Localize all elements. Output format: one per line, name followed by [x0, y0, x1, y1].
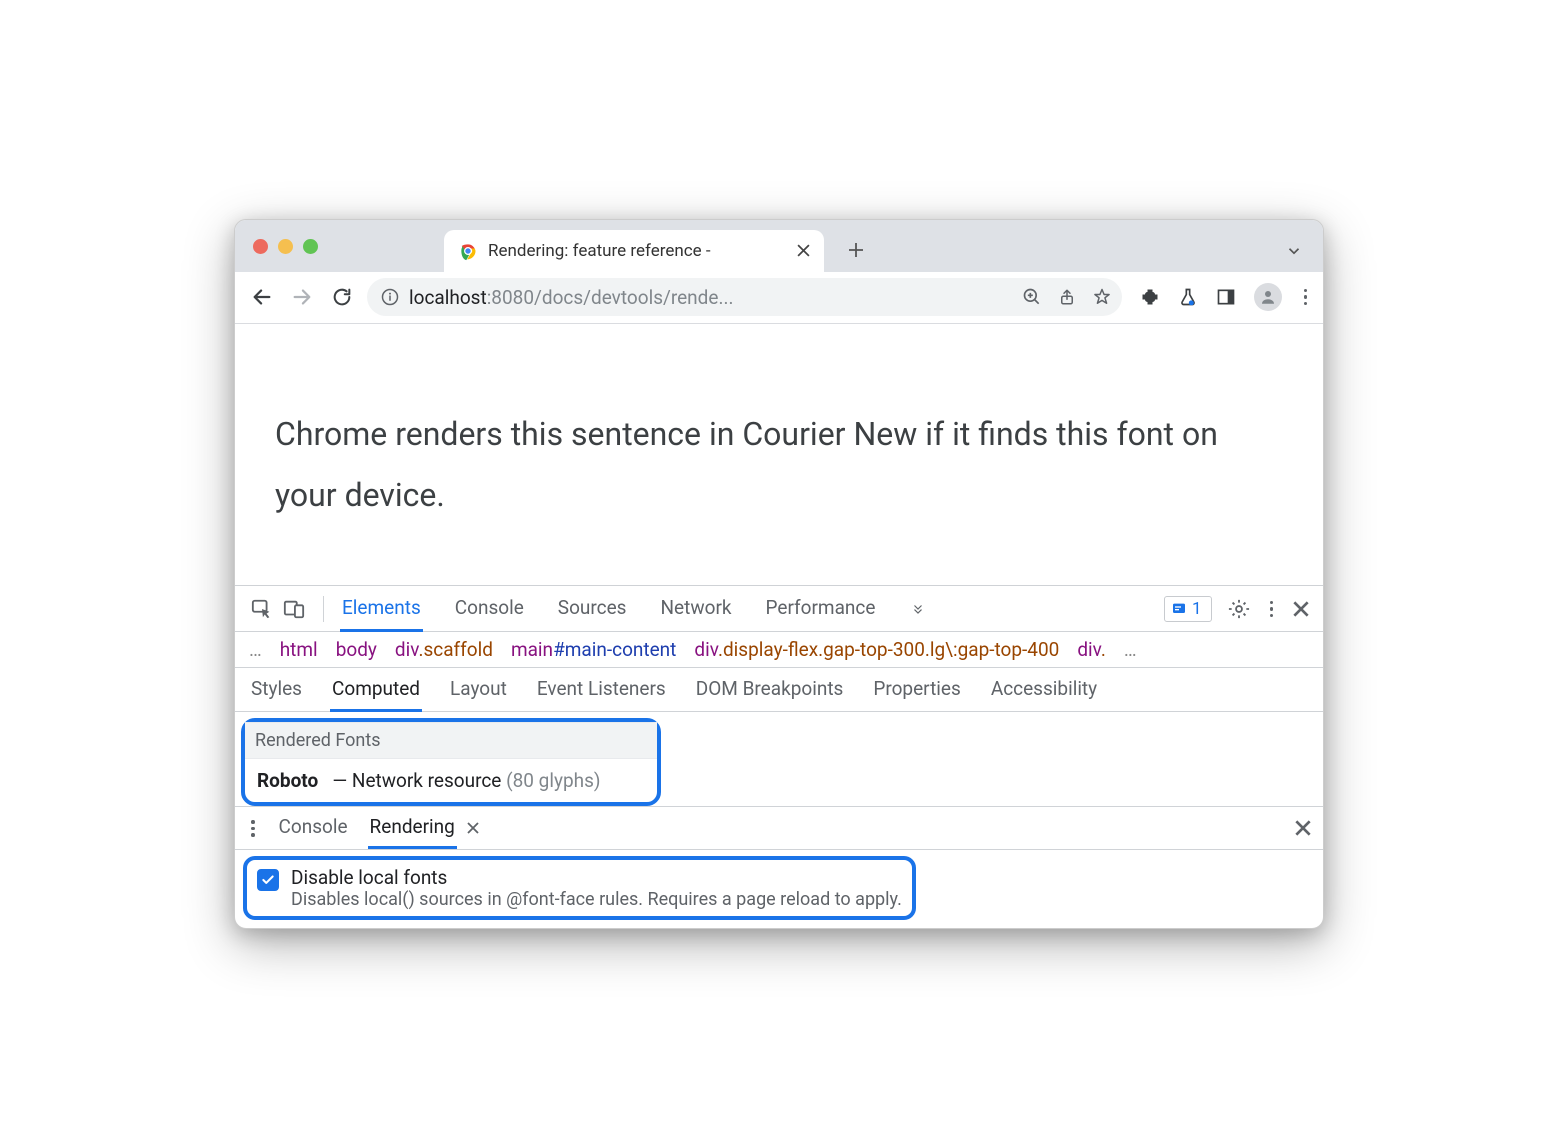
breadcrumb-item[interactable]: div.scaffold [395, 638, 493, 661]
tab-network[interactable]: Network [658, 586, 733, 632]
tab-title: Rendering: feature reference - [488, 241, 787, 261]
close-window-button[interactable] [253, 239, 268, 254]
font-source: — Network resource [332, 769, 501, 792]
sidepanel-tab-styles[interactable]: Styles [249, 668, 304, 712]
reload-button[interactable] [327, 282, 357, 312]
sidepanel-tab-accessibility[interactable]: Accessibility [989, 668, 1099, 712]
tab-search-button[interactable] [1285, 242, 1303, 260]
sidepanel-tab-properties[interactable]: Properties [871, 668, 962, 712]
option-title: Disable local fonts [291, 866, 902, 889]
chrome-menu-icon[interactable] [1300, 285, 1312, 310]
dom-breadcrumb[interactable]: … html body div.scaffold main#main-conte… [235, 632, 1323, 668]
sidepanel-tab-dom-breakpoints[interactable]: DOM Breakpoints [694, 668, 846, 712]
inspect-element-icon[interactable] [249, 596, 275, 622]
devtools-topbar: Elements Console Sources Network Perform… [235, 586, 1323, 632]
devtools-topright: 1 [1164, 596, 1309, 622]
device-toolbar-icon[interactable] [281, 596, 307, 622]
breadcrumb-item[interactable]: main#main-content [511, 638, 676, 661]
chrome-favicon-icon [458, 241, 478, 261]
more-tabs-button[interactable] [909, 602, 927, 616]
sidepanel-tab-layout[interactable]: Layout [448, 668, 509, 712]
profile-avatar[interactable] [1254, 283, 1282, 311]
breadcrumb-item[interactable]: div. [1077, 638, 1106, 661]
share-icon[interactable] [1058, 287, 1076, 307]
drawer-tab-rendering[interactable]: Rendering [368, 807, 457, 849]
new-tab-button[interactable] [840, 234, 872, 266]
side-panel-icon[interactable] [1216, 287, 1236, 307]
devtools-tabs: Elements Console Sources Network Perform… [340, 586, 1158, 632]
option-description: Disables local() sources in @font-face r… [291, 889, 902, 910]
devtools-panel: Elements Console Sources Network Perform… [235, 585, 1323, 920]
option-text: Disable local fonts Disables local() sou… [291, 866, 902, 910]
tab-console[interactable]: Console [453, 586, 526, 632]
site-info-icon[interactable] [381, 288, 399, 306]
rendered-font-entry: Roboto — Network resource (80 glyphs) [245, 759, 657, 802]
window-controls [253, 239, 318, 254]
font-name: Roboto [257, 769, 318, 792]
elements-sidepanel-tabs: Styles Computed Layout Event Listeners D… [235, 668, 1323, 712]
page-viewport: Chrome renders this sentence in Courier … [235, 324, 1323, 586]
breadcrumb-overflow-right[interactable]: … [1124, 638, 1137, 661]
extensions-icon[interactable] [1140, 287, 1160, 307]
back-button[interactable] [247, 282, 277, 312]
forward-button[interactable] [287, 282, 317, 312]
sidepanel-tab-event-listeners[interactable]: Event Listeners [535, 668, 668, 712]
disable-local-fonts-checkbox[interactable] [257, 869, 279, 891]
devtools-menu-icon[interactable] [1266, 597, 1278, 622]
omnibox-actions [1022, 287, 1112, 307]
bookmark-star-icon[interactable] [1092, 287, 1112, 307]
tab-elements[interactable]: Elements [340, 586, 423, 632]
breadcrumb-item[interactable]: div.display-flex.gap-top-300.lg\:gap-top… [694, 638, 1059, 661]
rendered-fonts-highlight: Rendered Fonts Roboto — Network resource… [241, 718, 661, 806]
breadcrumb-item[interactable]: html [280, 638, 318, 661]
browser-toolbar: localhost:8080/docs/devtools/rende... [235, 272, 1323, 324]
settings-gear-icon[interactable] [1228, 598, 1250, 620]
divider [323, 596, 324, 622]
drawer-menu-icon[interactable] [247, 816, 259, 841]
close-tab-button[interactable] [797, 244, 810, 257]
drawer-tab-console[interactable]: Console [277, 807, 350, 849]
issues-button[interactable]: 1 [1164, 596, 1212, 622]
breadcrumb-overflow-left[interactable]: … [249, 638, 262, 661]
sidepanel-tab-computed[interactable]: Computed [330, 668, 422, 712]
url-text: localhost:8080/docs/devtools/rende... [409, 286, 734, 309]
tab-bar: Rendering: feature reference - [235, 220, 1323, 272]
close-drawer-button[interactable] [1295, 820, 1311, 836]
breadcrumb-item[interactable]: body [336, 638, 377, 661]
font-glyphs: (80 glyphs) [506, 769, 600, 792]
drawer-tabs: Console Rendering [235, 806, 1323, 850]
rendered-fonts-header: Rendered Fonts [245, 722, 657, 759]
maximize-window-button[interactable] [303, 239, 318, 254]
labs-icon[interactable] [1178, 286, 1198, 308]
zoom-icon[interactable] [1022, 287, 1042, 307]
browser-tab[interactable]: Rendering: feature reference - [444, 230, 824, 272]
toolbar-icons [1140, 283, 1312, 311]
address-bar[interactable]: localhost:8080/docs/devtools/rende... [367, 278, 1122, 316]
tab-sources[interactable]: Sources [556, 586, 629, 632]
page-sentence: Chrome renders this sentence in Courier … [275, 404, 1283, 526]
close-rendering-tab-button[interactable] [467, 822, 479, 834]
browser-window: Rendering: feature reference - loc [234, 219, 1324, 930]
close-devtools-button[interactable] [1293, 601, 1309, 617]
minimize-window-button[interactable] [278, 239, 293, 254]
tab-performance[interactable]: Performance [764, 586, 878, 632]
disable-local-fonts-highlight: Disable local fonts Disables local() sou… [243, 856, 916, 920]
